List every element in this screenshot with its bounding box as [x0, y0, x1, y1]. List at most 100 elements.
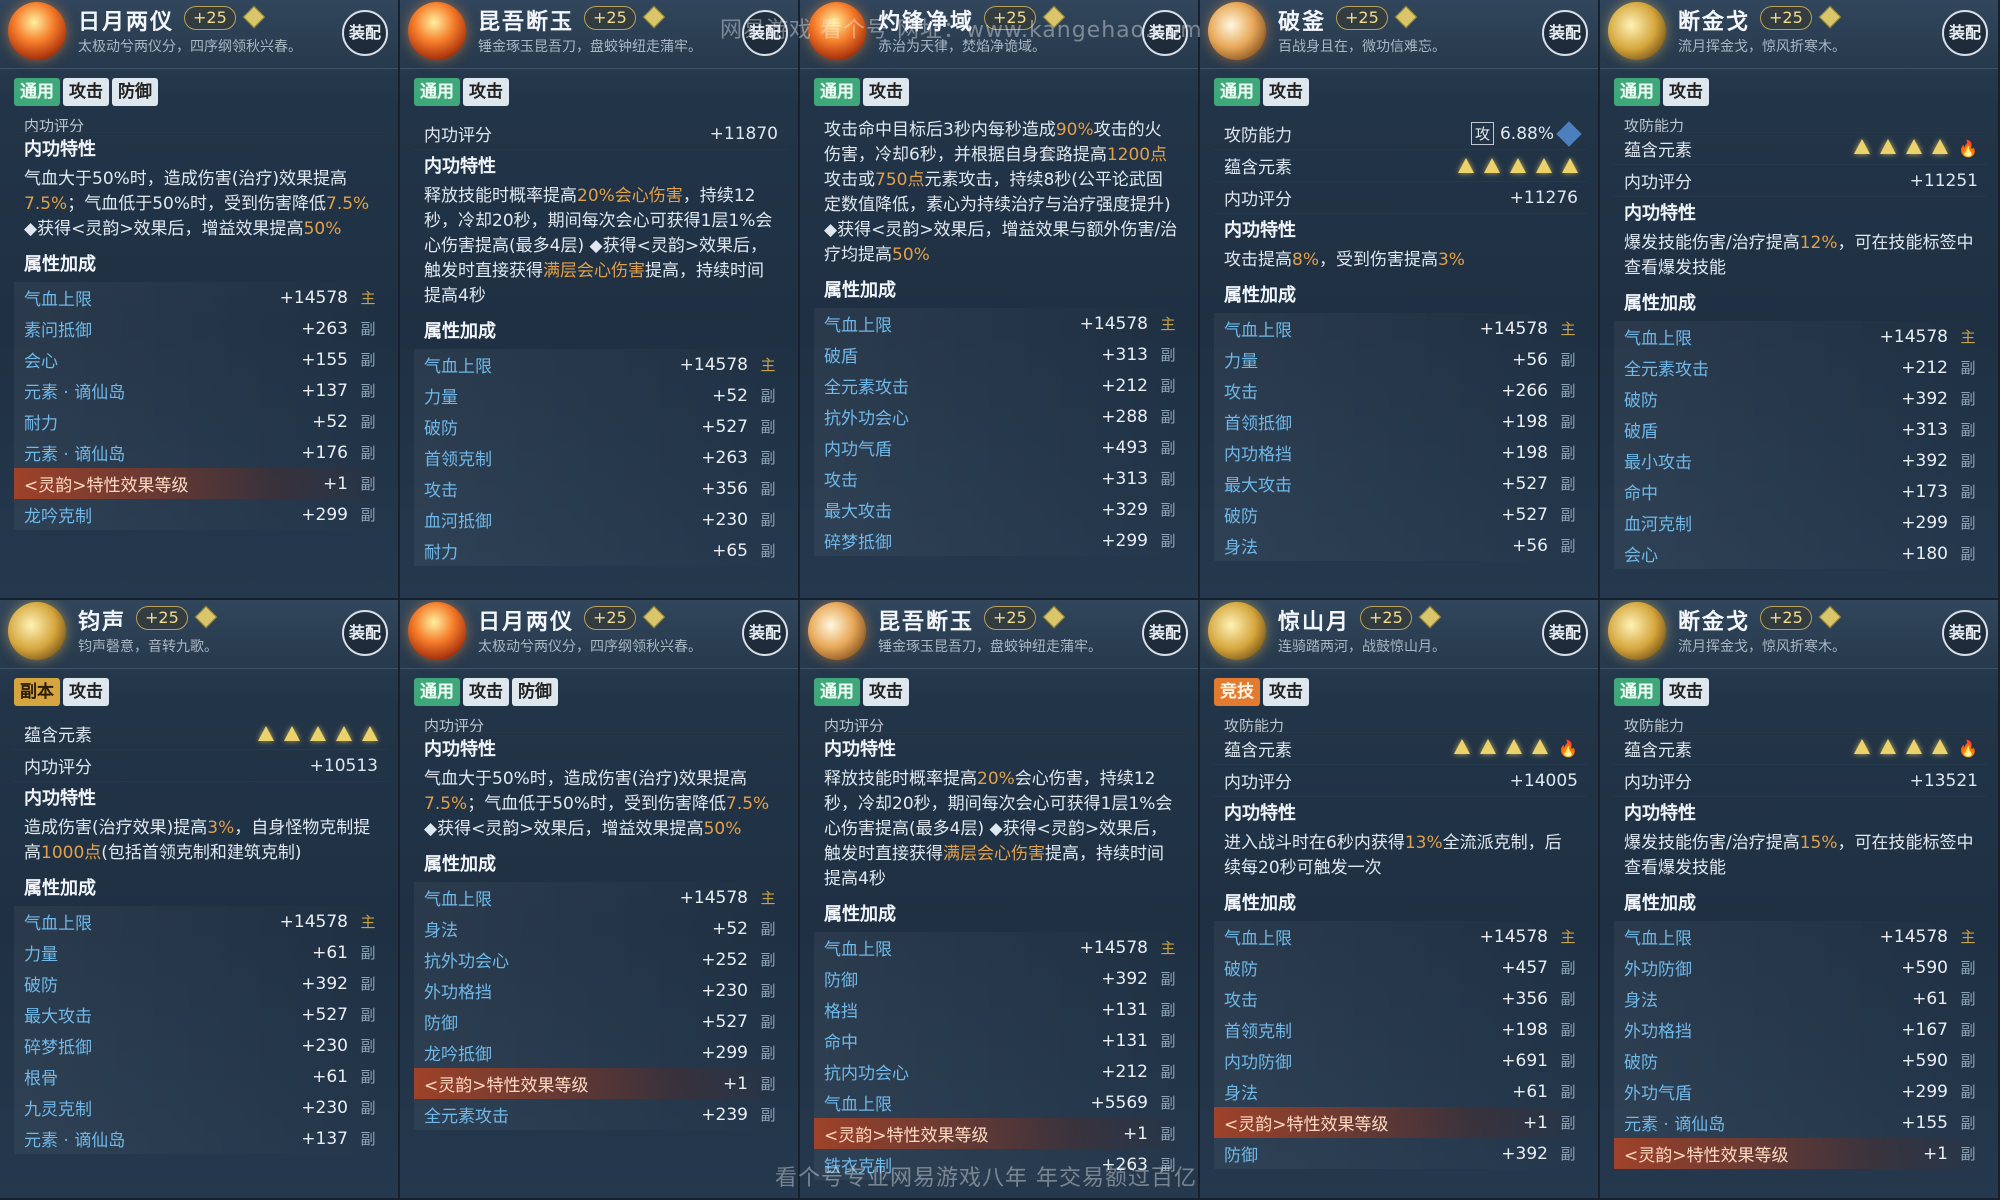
stat-row: 全元素攻击 +212 副 — [814, 370, 1186, 401]
stat-name: 身法 — [1624, 991, 1658, 1011]
tag-1[interactable]: 攻击 — [463, 678, 509, 706]
stat-row: 气血上限 +14578 主 — [14, 282, 386, 313]
equip-button[interactable]: 装配 — [342, 610, 388, 656]
tag-0[interactable]: 竞技 — [1214, 678, 1260, 706]
equip-button[interactable]: 装配 — [1542, 10, 1588, 56]
skill-card: 破釜 +25 百战身且在，微功信难忘。 装配 通用 攻击 攻防能力攻 6.88% 蕴含元素 内功评… — [1200, 0, 1600, 600]
stat-name: 内功防御 — [1224, 1053, 1292, 1073]
stat-type-icon: 主 — [360, 913, 376, 931]
stat-name: 气血上限 — [824, 940, 892, 960]
tag-0[interactable]: 通用 — [14, 78, 60, 106]
trait-text: 攻击提高8%，受到伤害提高3% — [1224, 250, 1465, 270]
stat-name: 会心 — [24, 352, 58, 372]
equip-button[interactable]: 装配 — [1142, 610, 1188, 656]
stat-value: +198 — [1501, 442, 1548, 463]
score-row: 内功评分 +11251 — [1614, 165, 1986, 197]
attr-title: 属性加成 — [1224, 893, 1296, 914]
stat-name: 血河克制 — [1624, 515, 1692, 535]
tag-1[interactable]: 攻击 — [1263, 78, 1309, 106]
stat-type-icon: 副 — [760, 920, 776, 938]
card-header: 断金戈 +25 流月挥金戈，惊风折寒木。 装配 — [1600, 600, 1998, 669]
tag-1[interactable]: 攻击 — [1263, 678, 1309, 706]
stat-row: 根骨 +61 副 — [14, 1061, 386, 1092]
element-row: 蕴含元素 🔥 — [1214, 733, 1586, 765]
partial-row: 攻防能力 — [1614, 718, 1986, 733]
tag-1[interactable]: 攻击 — [863, 678, 909, 706]
stat-type-icon: 主 — [1960, 328, 1976, 346]
stat-name: 气血上限 — [24, 290, 92, 310]
stat-row: 全元素攻击 +239 副 — [414, 1099, 786, 1130]
equip-button[interactable]: 装配 — [1142, 10, 1188, 56]
stat-row: 命中 +131 副 — [814, 1025, 1186, 1056]
skill-emblem-icon — [408, 602, 466, 660]
stat-type-icon: 主 — [1560, 320, 1576, 338]
tag-0[interactable]: 通用 — [1214, 78, 1260, 106]
equip-button[interactable]: 装配 — [1542, 610, 1588, 656]
attr-title: 属性加成 — [424, 321, 496, 342]
tag-1[interactable]: 攻击 — [863, 78, 909, 106]
skill-name: 断金戈 — [1678, 10, 1751, 35]
tag-list: 通用 攻击 — [814, 678, 909, 706]
element-triangles: 🔥 — [1854, 139, 1978, 158]
skill-name: 破釜 — [1278, 10, 1327, 35]
stat-type-icon: 副 — [1160, 439, 1176, 457]
stat-value: +137 — [301, 380, 348, 401]
stat-type-icon: 副 — [360, 975, 376, 993]
diamond-icon — [242, 5, 266, 29]
element-row: 蕴含元素 — [1214, 150, 1586, 182]
tag-list: 通用 攻击 — [1214, 78, 1309, 106]
tag-0[interactable]: 通用 — [414, 678, 460, 706]
skill-emblem-icon — [1208, 602, 1266, 660]
stat-name: 首领抵御 — [1224, 414, 1292, 434]
stat-name: 防御 — [824, 971, 858, 991]
skill-description: 连骑踏两河，战鼓惊山月。 — [1278, 639, 1446, 655]
tag-1[interactable]: 攻击 — [63, 78, 109, 106]
internal-skill-grid: 日月两仪 +25 太极动兮两仪分，四序纲领秋兴春。 装配 通用 攻击 防御 内功评分 内功特性气… — [0, 0, 2000, 1200]
stat-row: 气血上限 +14578 主 — [414, 349, 786, 380]
stat-name: 破防 — [1624, 391, 1658, 411]
card-content: 内功评分 +11870 内功特性 释放技能时概率提高20%会心伤害，持续12秒，冷却2… — [414, 118, 786, 566]
stat-type-icon: 副 — [360, 444, 376, 462]
help-icon[interactable] — [1556, 121, 1582, 147]
tag-1[interactable]: 攻击 — [1663, 678, 1709, 706]
tag-1[interactable]: 攻击 — [63, 678, 109, 706]
stat-value: +1 — [1122, 1123, 1148, 1144]
element-triangle-icon — [1562, 158, 1578, 173]
equip-button[interactable]: 装配 — [1942, 10, 1988, 56]
tag-0[interactable]: 通用 — [814, 78, 860, 106]
tag-0[interactable]: 通用 — [1614, 78, 1660, 106]
stat-name: 力量 — [24, 945, 58, 965]
stat-value: +329 — [1101, 499, 1148, 520]
stat-row: 血河抵御 +230 副 — [414, 504, 786, 535]
equip-button[interactable]: 装配 — [742, 10, 788, 56]
element-triangle-icon — [1854, 739, 1871, 754]
stat-type-icon: 副 — [1560, 506, 1576, 524]
diamond-icon — [1418, 605, 1442, 629]
stat-value: +527 — [301, 1004, 348, 1025]
tag-0[interactable]: 通用 — [1614, 678, 1660, 706]
equip-button[interactable]: 装配 — [742, 610, 788, 656]
trait-text: 释放技能时概率提高20%会心伤害，持续12秒，冷却20秒，期间每次会心可获得1层… — [824, 769, 1173, 889]
stat-type-icon: 副 — [360, 1099, 376, 1117]
tag-1[interactable]: 攻击 — [1663, 78, 1709, 106]
stat-row: 血河克制 +299 副 — [1614, 507, 1986, 538]
stat-name: 元素 · 谪仙岛 — [24, 445, 126, 465]
tag-0[interactable]: 通用 — [814, 678, 860, 706]
equip-button[interactable]: 装配 — [342, 10, 388, 56]
equip-button[interactable]: 装配 — [1942, 610, 1988, 656]
partial-row: 攻防能力 — [1614, 118, 1986, 133]
stat-value: +527 — [701, 1011, 748, 1032]
stat-type-icon: 副 — [1960, 1083, 1976, 1101]
tag-2[interactable]: 防御 — [112, 78, 158, 106]
stat-type-icon: 副 — [1160, 1063, 1176, 1081]
stat-row: <灵韵>特性效果等级 +1 副 — [1214, 1107, 1586, 1138]
stat-name: 气血上限 — [824, 1095, 892, 1115]
tag-2[interactable]: 防御 — [512, 678, 558, 706]
level-badge: +25 — [984, 6, 1036, 30]
tag-0[interactable]: 副本 — [14, 678, 60, 706]
tag-0[interactable]: 通用 — [414, 78, 460, 106]
trait-title: 内功特性 — [824, 739, 896, 760]
stat-value: +263 — [701, 447, 748, 468]
tag-1[interactable]: 攻击 — [463, 78, 509, 106]
stat-row: 元素 · 谪仙岛 +176 副 — [14, 437, 386, 468]
